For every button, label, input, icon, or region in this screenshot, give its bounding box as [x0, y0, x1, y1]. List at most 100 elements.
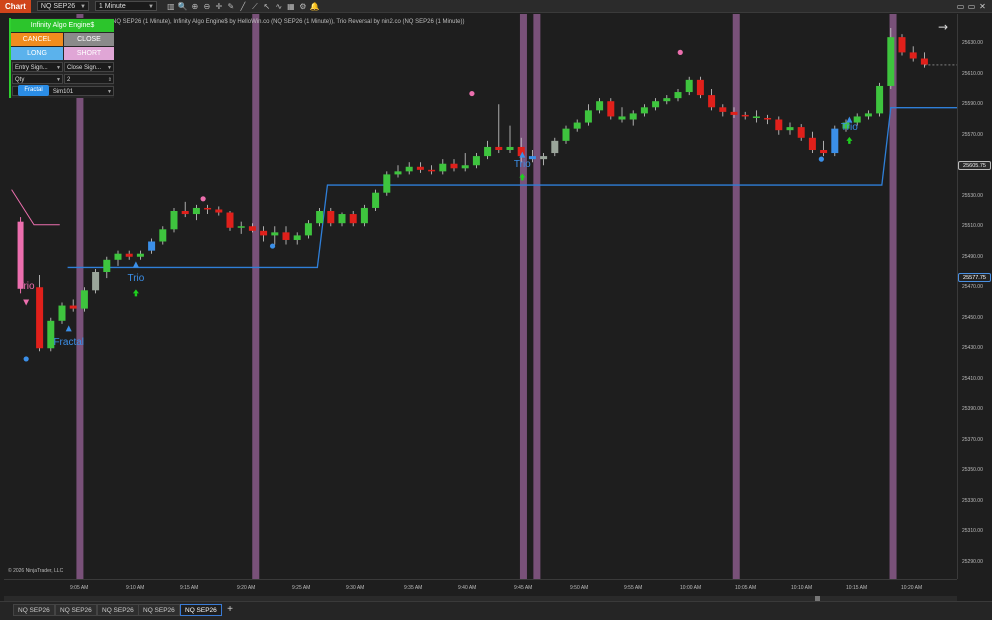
signal-highlight-bar: [519, 14, 527, 579]
chart-plot-area[interactable]: Trio Fractal Trio Trio Trio: [4, 14, 957, 579]
candle-body: [260, 230, 268, 236]
candle-body: [909, 52, 917, 59]
arrow-up-icon: [134, 293, 138, 297]
tab-chart-3[interactable]: NQ SEP26: [138, 604, 180, 616]
qty-mode-select[interactable]: Qty ▼: [12, 74, 63, 84]
signal-dot: [200, 196, 206, 202]
candle-body: [719, 107, 727, 112]
triangle-up-icon: [132, 261, 139, 268]
stepper-icon[interactable]: ⇕: [108, 75, 112, 83]
indicator-legend: NQ SEP26 (1 Minute), Infinity Algo Engin…: [112, 19, 465, 25]
instrument-select[interactable]: NQ SEP26 ▼: [36, 1, 89, 11]
candle-body: [596, 101, 604, 111]
candle-body: [92, 272, 100, 291]
pencil-icon[interactable]: ✎: [225, 1, 237, 12]
price-label: 25610.00: [962, 70, 983, 77]
grid-icon[interactable]: ▦: [285, 1, 297, 12]
tab-chart-4[interactable]: NQ SEP26: [180, 604, 222, 616]
arrow-right-icon[interactable]: →: [938, 20, 948, 34]
price-axis[interactable]: 25630.0025610.0025590.0025570.0025550.00…: [957, 14, 992, 579]
short-button[interactable]: SHORT: [64, 47, 114, 60]
candle-body: [573, 122, 581, 129]
price-label: 25310.00: [962, 528, 983, 534]
interval-select[interactable]: 1 Minute ▼: [94, 1, 157, 11]
candle-body: [562, 128, 570, 141]
close-position-button[interactable]: CLOSE: [64, 33, 114, 46]
minimize-icon[interactable]: ▭: [955, 0, 966, 13]
time-label: 9:55 AM: [624, 585, 643, 591]
chart-menu-button[interactable]: Chart: [0, 0, 31, 13]
time-label: 9:05 AM: [70, 585, 89, 591]
candle-body: [618, 116, 626, 120]
candle-body: [439, 163, 447, 172]
signal-dot: [818, 156, 824, 162]
line-draw-icon[interactable]: ╱: [237, 1, 249, 12]
add-tab-icon[interactable]: +: [225, 604, 235, 616]
time-axis[interactable]: 9:05 AM 9:10 AM 9:15 AM 9:20 AM 9:25 AM 9:30 …: [4, 579, 957, 593]
candle-body: [831, 128, 839, 154]
chart-toolbar: Chart NQ SEP26 ▼ 1 Minute ▼ ▥ 🔍 ⊕ ⊖ ✛ ✎ ╱ ⟋ ↖ ∿ ▦ ⚙…: [0, 0, 992, 13]
magnify-icon[interactable]: 🔍: [177, 1, 189, 12]
chevron-down-icon: ▼: [56, 65, 61, 71]
crosshair-icon[interactable]: ✛: [213, 1, 225, 12]
zoom-in-icon[interactable]: ⊕: [189, 1, 201, 12]
price-label: 25430.00: [962, 345, 983, 351]
time-label: 9:25 AM: [292, 585, 311, 591]
account-value: Sim101: [52, 89, 74, 95]
cancel-button[interactable]: CANCEL: [11, 33, 63, 46]
candle-body: [708, 95, 716, 108]
zoom-out-icon[interactable]: ⊖: [201, 1, 213, 12]
candle-body: [36, 287, 44, 349]
candle-body: [685, 79, 693, 93]
long-button[interactable]: LONG: [11, 47, 63, 60]
tab-chart-1[interactable]: NQ SEP26: [55, 604, 97, 616]
candle-body: [540, 156, 548, 160]
price-label: 25630.00: [962, 40, 983, 46]
time-label: 9:35 AM: [404, 585, 423, 591]
bar-chart-icon[interactable]: ▥: [165, 1, 177, 12]
candle-body: [629, 113, 637, 120]
quantity-value: 2: [67, 77, 71, 83]
signal-highlight-bar: [533, 14, 541, 579]
time-label: 9:50 AM: [570, 585, 589, 591]
candle-body: [764, 117, 772, 120]
candle-body: [887, 37, 895, 86]
signal-dot: [469, 90, 475, 97]
chevron-down-icon: ▼: [79, 4, 86, 10]
alert-icon[interactable]: 🔔: [309, 1, 321, 12]
wave-icon[interactable]: ∿: [273, 1, 285, 12]
price-label: 25450.00: [962, 314, 983, 321]
stop-price-tag: 25577.75: [958, 273, 991, 282]
candle-body: [898, 37, 906, 53]
window-controls: ▭ ▭ ✕: [955, 0, 988, 13]
close-mode-select[interactable]: Close Sign... ▼: [64, 62, 114, 72]
candle-body: [114, 253, 122, 260]
candle-body: [405, 166, 413, 172]
maximize-icon[interactable]: ▭: [966, 0, 977, 13]
candle-body: [551, 140, 559, 154]
price-label: 25490.00: [962, 253, 983, 260]
close-icon[interactable]: ✕: [977, 0, 988, 13]
fractal-badge[interactable]: Fractal: [18, 85, 49, 96]
price-label: 25350.00: [962, 467, 983, 473]
quantity-stepper[interactable]: 2 ⇕: [64, 74, 114, 84]
properties-icon[interactable]: ⚙: [297, 1, 309, 12]
engine-toggle-button[interactable]: Infinity Algo Engine$: [11, 19, 114, 32]
candle-body: [416, 166, 424, 170]
drawing-tools: ▥ 🔍 ⊕ ⊖ ✛ ✎ ╱ ⟋ ↖ ∿ ▦ ⚙ 🔔: [165, 1, 321, 12]
copyright-text: © 2026 NinjaTrader, LLC: [8, 568, 64, 574]
pointer-icon[interactable]: ↖: [261, 1, 273, 12]
candle-body: [506, 146, 514, 150]
signal-label: Fractal: [53, 337, 84, 348]
candle-body: [181, 211, 189, 215]
tab-chart-0[interactable]: NQ SEP26: [13, 604, 55, 616]
qty-mode-value: Qty: [15, 77, 25, 83]
price-label: 25530.00: [962, 192, 983, 199]
candle-body: [752, 116, 760, 118]
entry-mode-select[interactable]: Entry Sign... ▼: [12, 62, 63, 72]
time-label: 9:20 AM: [237, 585, 256, 591]
arrow-up-icon: [848, 140, 851, 144]
trend-icon[interactable]: ⟋: [249, 1, 261, 12]
candle-body: [58, 305, 66, 321]
tab-chart-2[interactable]: NQ SEP26: [97, 604, 139, 616]
